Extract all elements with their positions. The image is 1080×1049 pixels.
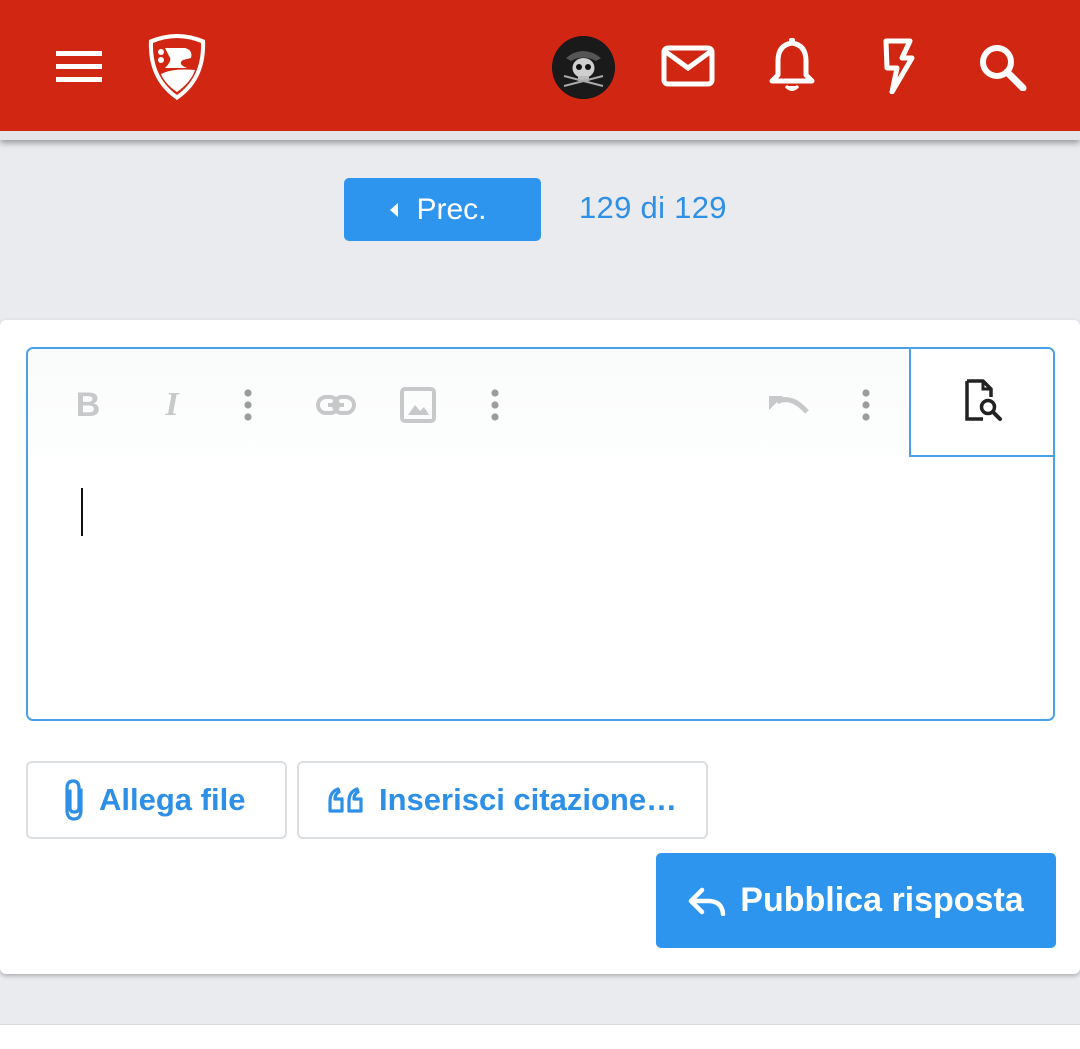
italic-icon: I — [165, 386, 179, 423]
bold-button[interactable]: B — [70, 385, 106, 424]
more-text-options-button[interactable] — [230, 387, 266, 423]
hamburger-icon — [56, 51, 102, 82]
undo-icon — [769, 396, 809, 414]
italic-button[interactable]: I — [154, 386, 190, 423]
site-logo-link[interactable] — [142, 30, 212, 102]
top-navigation-bar — [0, 0, 1080, 140]
search-button[interactable] — [976, 42, 1030, 92]
previous-page-button[interactable]: Prec. — [344, 178, 541, 241]
preview-toggle-button[interactable] — [909, 349, 1053, 457]
insert-quote-button[interactable]: Inserisci citazione… — [297, 761, 708, 839]
caret-left-icon — [390, 202, 399, 217]
message-text-area[interactable] — [82, 489, 1032, 689]
notifications-button[interactable] — [766, 36, 818, 96]
editor-toolbar: B I — [28, 349, 1053, 457]
messages-button[interactable] — [660, 40, 716, 92]
undo-button[interactable] — [766, 387, 812, 423]
bold-icon: B — [75, 385, 101, 424]
mail-icon — [661, 45, 715, 87]
insert-quote-label: Inserisci citazione… — [379, 782, 678, 817]
search-icon — [980, 45, 1027, 91]
previous-page-label: Prec. — [416, 192, 487, 226]
hamburger-menu-button[interactable] — [52, 44, 106, 88]
insert-image-button[interactable] — [400, 387, 436, 423]
quote-icon — [328, 787, 363, 813]
attach-file-label: Allega file — [99, 782, 246, 817]
post-reply-label: Pubblica risposta — [740, 881, 1024, 919]
more-vertical-icon — [491, 389, 499, 421]
lightning-icon — [883, 38, 915, 94]
logo-shield-icon — [148, 34, 206, 100]
attach-file-button[interactable]: Allega file — [26, 761, 287, 839]
preview-icon — [965, 379, 1002, 421]
paperclip-icon — [65, 779, 83, 821]
more-insert-options-button[interactable] — [477, 387, 513, 423]
insert-link-button[interactable] — [316, 387, 356, 423]
bell-icon — [769, 38, 815, 91]
more-options-button[interactable] — [848, 387, 884, 423]
more-vertical-icon — [862, 389, 870, 421]
post-reply-button[interactable]: Pubblica risposta — [656, 853, 1056, 948]
more-vertical-icon — [244, 389, 252, 421]
pirate-skull-avatar-icon — [552, 36, 615, 99]
image-icon — [400, 387, 436, 423]
whats-new-button[interactable] — [878, 38, 918, 94]
page-indicator[interactable]: 129 di 129 — [579, 190, 727, 226]
quick-reply-card: B I Allega file Inserisci citazione… Pub… — [0, 320, 1080, 974]
text-cursor — [81, 488, 83, 536]
reply-editor: B I — [26, 347, 1055, 721]
link-icon — [316, 395, 356, 415]
page-footer-strip — [0, 1024, 1080, 1049]
reply-icon — [689, 887, 726, 916]
user-avatar[interactable] — [552, 36, 615, 99]
